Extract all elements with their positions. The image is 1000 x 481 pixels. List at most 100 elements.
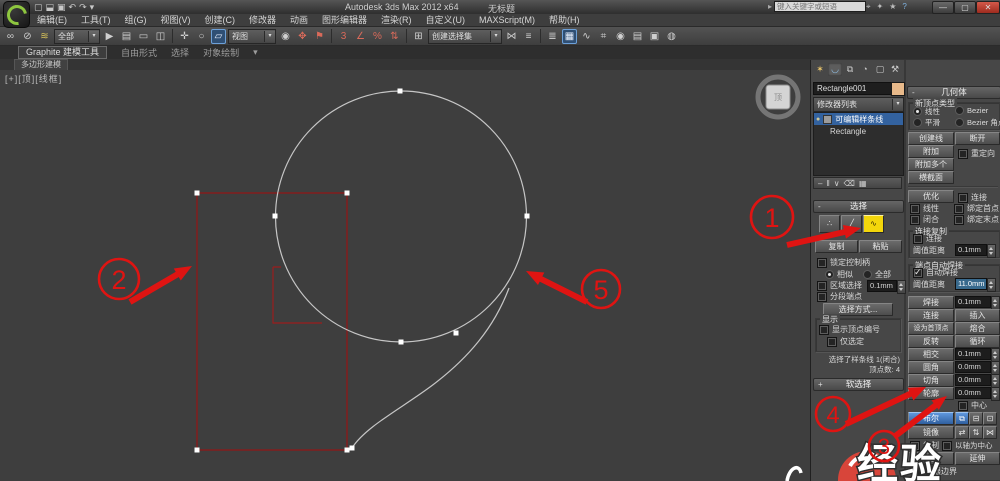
menu-animation[interactable]: 动画 (283, 14, 315, 26)
alike-radio[interactable]: 相似 (825, 269, 853, 280)
insert-button[interactable]: 插入 (955, 309, 1000, 322)
pin-stack-icon[interactable]: – (818, 179, 822, 188)
menu-tools[interactable]: 工具(T) (74, 14, 118, 26)
maximize-button[interactable]: ▢ (954, 1, 976, 14)
communication-center-icon[interactable]: ⌖ (866, 1, 871, 12)
cycle-button[interactable]: 循环 (955, 335, 1000, 348)
percent-snap-icon[interactable]: % (370, 29, 385, 44)
polygon-modeling-panel-tab[interactable]: 多边形建模 (14, 59, 68, 70)
mirror-copy-checkbox[interactable]: 复制 (910, 440, 939, 451)
smooth-radio[interactable]: 平滑 (913, 117, 940, 128)
break-button[interactable]: 断开 (955, 132, 1000, 145)
open-file-icon[interactable]: ⬓ (46, 1, 55, 13)
outline-button[interactable]: 轮廓 (908, 387, 954, 400)
viewcube[interactable]: 顶 (758, 77, 798, 117)
about-pivot-checkbox[interactable]: 以轴为中心 (942, 440, 993, 451)
attach-button[interactable]: 附加 (908, 145, 954, 158)
favorites-icon[interactable]: ★ (889, 1, 896, 12)
bezier-corner-radio[interactable]: Bezier 角点 (955, 117, 1000, 128)
fillet-button[interactable]: 圆角 (908, 361, 954, 374)
create-line-button[interactable]: 创建线 (908, 132, 954, 145)
area-selection-checkbox[interactable]: 区域选择 (817, 280, 862, 291)
visibility-bulb-icon[interactable]: ● (816, 116, 820, 123)
linear-radio[interactable]: 线性 (913, 106, 940, 117)
fillet-spinner[interactable]: 0.0mm (955, 361, 1000, 375)
spinner-arrows-icon[interactable] (991, 361, 1000, 375)
use-pivot-center-icon[interactable]: ◉ (278, 29, 293, 44)
reference-coordinate-dropdown[interactable]: 视图 ▾ (228, 29, 276, 44)
mirror-horizontal-icon[interactable]: ⇄ (955, 426, 969, 439)
weld-button[interactable]: 焊接 (908, 296, 954, 309)
stack-item-rectangle[interactable]: Rectangle (814, 125, 903, 137)
cross-insert-spinner[interactable]: 0.1mm (955, 348, 1000, 362)
auto-weld-threshold-spinner[interactable]: 11.0mm (955, 278, 996, 292)
fuse-button[interactable]: 熔合 (955, 322, 1000, 335)
mirror-both-icon[interactable]: ⋈ (983, 426, 997, 439)
qat-dropdown-icon[interactable]: ▾ (90, 1, 95, 13)
tab-hierarchy-icon[interactable]: ⧉ (843, 63, 857, 76)
rectangle-spline[interactable] (197, 193, 347, 450)
object-color-swatch[interactable] (891, 82, 905, 96)
spinner-arrows-icon[interactable] (991, 348, 1000, 362)
select-object-icon[interactable]: ▶ (102, 29, 117, 44)
vertex-subobject-button[interactable]: ∴ (819, 215, 840, 233)
tab-modify-icon[interactable]: ◡ (828, 63, 842, 76)
angle-snap-icon[interactable]: ∠ (353, 29, 368, 44)
all-radio[interactable]: 全部 (863, 269, 891, 280)
select-by-name-icon[interactable]: ▤ (119, 29, 134, 44)
bind-last-checkbox[interactable]: 绑定末点 (954, 214, 999, 225)
minimize-button[interactable]: — (932, 1, 954, 14)
partial-rectangle-spline[interactable] (273, 267, 322, 323)
bezier-radio[interactable]: Bezier (955, 106, 988, 115)
area-selection-spinner[interactable]: 0.1mm (867, 280, 906, 294)
search-input[interactable] (774, 1, 866, 12)
3dsmax-logo[interactable] (3, 1, 30, 28)
weld-spinner[interactable]: 0.1mm (955, 296, 1000, 310)
viewport-top[interactable]: [+][顶][线框] (0, 70, 810, 481)
connect-button[interactable]: 连接 (908, 309, 954, 322)
curve-editor-icon[interactable]: ∿ (579, 29, 594, 44)
connect-checkbox[interactable]: 连接 (958, 192, 987, 203)
object-name-field[interactable]: Rectangle001 (813, 82, 897, 95)
save-file-icon[interactable]: ▣ (57, 1, 66, 13)
named-selection-paste-button[interactable]: 粘贴 (859, 240, 902, 253)
window-crossing-icon[interactable]: ◫ (153, 29, 168, 44)
trim-button[interactable]: 修剪 (908, 452, 954, 465)
selection-filter-dropdown[interactable]: 全部 ▾ (54, 29, 100, 44)
unlink-selection-icon[interactable]: ⊘ (20, 29, 35, 44)
graphite-ribbon-toggle-icon[interactable]: ▦ (562, 29, 577, 44)
spinner-arrows-icon[interactable] (991, 296, 1000, 310)
rectangular-selection-region-icon[interactable]: ▭ (136, 29, 151, 44)
segment-end-checkbox[interactable]: 分段端点 (817, 291, 862, 302)
attach-multiple-button[interactable]: 附加多个 (908, 158, 954, 171)
extend-button[interactable]: 延伸 (955, 452, 1000, 465)
menu-modifiers[interactable]: 修改器 (242, 14, 283, 26)
boolean-intersect-icon[interactable]: ⊡ (983, 412, 997, 425)
soft-selection-rollout-header[interactable]: + 软选择 (813, 378, 904, 391)
spinner-arrows-icon[interactable] (991, 387, 1000, 401)
menu-edit[interactable]: 编辑(E) (30, 14, 74, 26)
render-production-icon[interactable]: ◍ (664, 29, 679, 44)
boolean-button[interactable]: 布尔 (908, 412, 954, 425)
spinner-arrows-icon[interactable] (987, 244, 996, 258)
ribbon-minimize-icon[interactable]: ▾ (253, 47, 258, 58)
select-and-rotate-icon[interactable]: ○ (194, 29, 209, 44)
show-vertex-numbers-checkbox[interactable]: 显示顶点编号 (819, 324, 880, 335)
mirror-button[interactable]: 镜像 (908, 426, 954, 439)
menu-maxscript[interactable]: MAXScript(M) (472, 14, 542, 26)
cross-insert-button[interactable]: 相交 (908, 348, 954, 361)
redo-icon[interactable]: ↷ (79, 1, 87, 13)
make-unique-icon[interactable]: ∨ (834, 179, 840, 188)
schematic-view-icon[interactable]: ⌗ (596, 29, 611, 44)
subscription-icon[interactable]: ✦ (877, 1, 884, 12)
named-selection-copy-button[interactable]: 复制 (815, 240, 858, 253)
segment-subobject-button[interactable]: ╱ (841, 215, 862, 233)
menu-rendering[interactable]: 渲染(R) (374, 14, 419, 26)
keyboard-override-icon[interactable]: ⚑ (312, 29, 327, 44)
menu-customize[interactable]: 自定义(U) (419, 14, 473, 26)
mirror-vertical-icon[interactable]: ⇅ (969, 426, 983, 439)
lock-handles-checkbox[interactable]: 锁定控制柄 (817, 257, 870, 268)
render-setup-icon[interactable]: ▤ (630, 29, 645, 44)
close-button[interactable]: ✕ (976, 1, 1000, 14)
spline-subobject-button[interactable]: ∿ (863, 215, 884, 233)
